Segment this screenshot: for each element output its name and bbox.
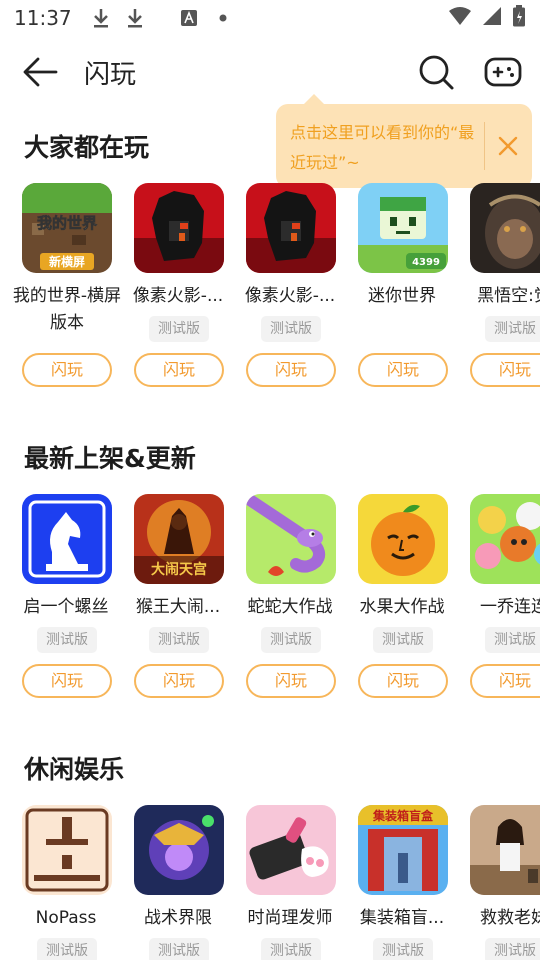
back-arrow-icon (23, 57, 58, 87)
download-icon (90, 7, 112, 29)
beta-badge: 测试版 (261, 627, 321, 653)
beta-badge: 测试版 (261, 938, 321, 960)
beta-badge: 测试版 (149, 938, 209, 960)
recent-games-button[interactable] (483, 52, 523, 92)
game-row: NoPass 测试版 战术界限 测试版 时尚理发师 测试版 集装箱盲盒 集装箱盲… (0, 805, 540, 960)
game-icon-pixel-naruto[interactable] (134, 183, 224, 273)
gamepad-icon (484, 57, 522, 87)
search-icon (419, 55, 454, 90)
game-icon-match[interactable] (470, 494, 540, 584)
close-icon (498, 136, 518, 156)
game-name: 我的世界-横屏版本 (12, 286, 122, 333)
beta-badge: 测试版 (149, 316, 209, 342)
play-button[interactable]: 闪玩 (246, 353, 336, 387)
section-title: 休闲娱乐 (24, 755, 125, 784)
section-title: 最新上架&更新 (24, 444, 196, 473)
icon-text: 大闹天宫 (151, 561, 207, 578)
game-icon-nopass[interactable] (22, 805, 112, 895)
tooltip-text: 点击这里可以看到你的“最近玩过”~ (290, 123, 475, 172)
play-button[interactable]: 闪玩 (22, 664, 112, 698)
play-button[interactable]: 闪玩 (22, 353, 112, 387)
battery-icon (512, 4, 526, 32)
app-header: 闪玩 (0, 44, 540, 100)
game-icon-snake[interactable] (246, 494, 336, 584)
icon-text: 集装箱盲盒 (372, 808, 434, 823)
game-icon-barber[interactable] (246, 805, 336, 895)
icon-text: 4399 (412, 257, 440, 268)
game-name: 一乔连连 (480, 597, 540, 617)
section-title: 大家都在玩 (24, 133, 150, 162)
signal-icon (482, 6, 502, 31)
game-icon-tactics[interactable] (134, 805, 224, 895)
game-icon-fruit[interactable] (358, 494, 448, 584)
back-button[interactable] (22, 56, 58, 88)
game-name: 救救老妹 (480, 908, 540, 928)
play-button[interactable]: 闪玩 (358, 353, 448, 387)
game-icon-screw[interactable] (22, 494, 112, 584)
beta-badge: 测试版 (485, 938, 540, 960)
beta-badge: 测试版 (37, 938, 97, 960)
download-icon (124, 7, 146, 29)
play-button[interactable]: 闪玩 (470, 664, 540, 698)
status-bar: 11:37 (0, 0, 540, 36)
game-icon-pixel-naruto[interactable] (246, 183, 336, 273)
beta-badge: 测试版 (37, 627, 97, 653)
tooltip-close-button[interactable] (496, 134, 520, 158)
game-row: 启一个螺丝 测试版 闪玩 大闹天宫 猴王大闹... 测试版 闪玩 蛇蛇大作战 测… (0, 494, 540, 714)
tooltip-divider (484, 122, 485, 170)
play-button[interactable]: 闪玩 (358, 664, 448, 698)
game-icon-black-wukong[interactable] (470, 183, 540, 273)
recent-played-tooltip: 点击这里可以看到你的“最近玩过”~ (276, 94, 532, 188)
game-icon-mini-world[interactable]: 4399 (358, 183, 448, 273)
game-name: 黑悟空:觉 (477, 286, 540, 306)
game-icon-save-sister[interactable] (470, 805, 540, 895)
page-title: 闪玩 (84, 60, 137, 90)
beta-badge: 测试版 (373, 627, 433, 653)
beta-badge: 测试版 (485, 316, 540, 342)
beta-badge: 测试版 (373, 938, 433, 960)
search-button[interactable] (416, 52, 456, 92)
icon-text: 我的世界 (37, 214, 97, 232)
play-button[interactable]: 闪玩 (134, 353, 224, 387)
play-button[interactable]: 闪玩 (470, 353, 540, 387)
game-row: 我的世界 新横屏 我的世界-横屏版本 闪玩 像素火影-... 测试版 闪玩 像素火… (0, 183, 540, 403)
icon-text: 新横屏 (49, 254, 85, 269)
game-icon-monkey-king[interactable]: 大闹天宫 (134, 494, 224, 584)
beta-badge: 测试版 (261, 316, 321, 342)
status-time: 11:37 (14, 6, 72, 30)
beta-badge: 测试版 (149, 627, 209, 653)
game-icon-minecraft[interactable]: 我的世界 新横屏 (22, 183, 112, 273)
play-button[interactable]: 闪玩 (134, 664, 224, 698)
play-button[interactable]: 闪玩 (246, 664, 336, 698)
beta-badge: 测试版 (485, 627, 540, 653)
wifi-icon (448, 6, 472, 31)
game-icon-container[interactable]: 集装箱盲盒 (358, 805, 448, 895)
keyboard-icon (178, 7, 200, 29)
notification-dot-icon (212, 7, 234, 29)
